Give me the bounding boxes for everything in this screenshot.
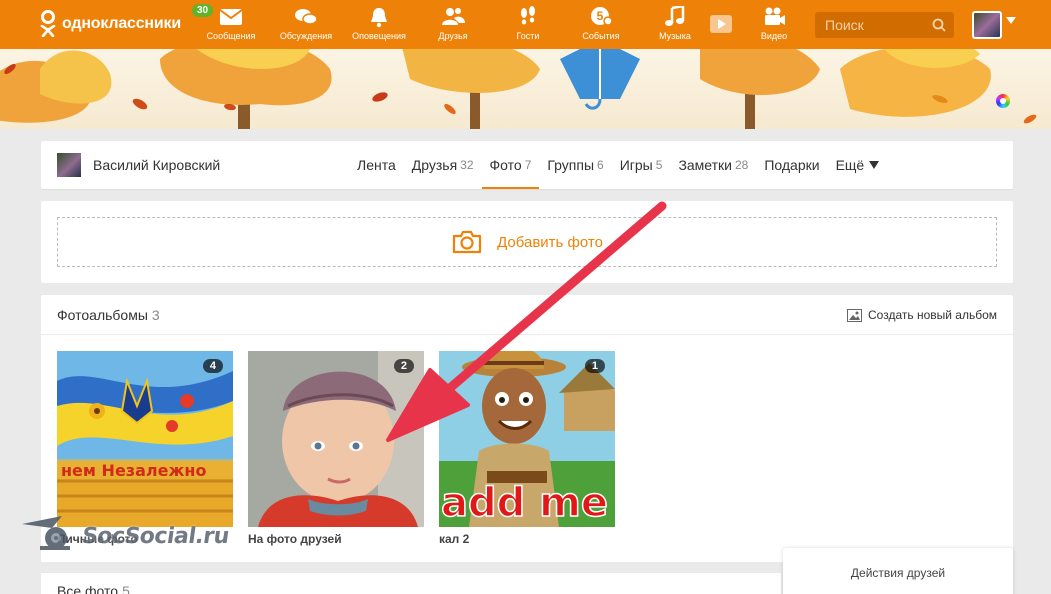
envelope-icon — [219, 9, 243, 25]
watermark-text: SocSocial.ru — [80, 523, 231, 549]
user-avatar[interactable] — [972, 11, 1002, 39]
watermark-logo-icon — [22, 516, 70, 550]
nav-label: Друзья — [438, 31, 468, 41]
nav-video[interactable]: Видео — [742, 6, 806, 41]
video-play-icon[interactable] — [709, 14, 733, 37]
album-photo-count: 4 — [202, 359, 223, 373]
create-album-button[interactable]: Создать новый альбом — [847, 308, 997, 322]
site-watermark: SocSocial.ru — [22, 516, 231, 556]
cover-color-picker-icon[interactable] — [996, 94, 1010, 108]
chat-bubbles-icon — [295, 9, 318, 25]
tab-gifts[interactable]: Подарки — [756, 141, 827, 189]
tab-groups[interactable]: Группы 6 — [539, 141, 611, 189]
svg-text:5: 5 — [597, 9, 604, 23]
nav-label: Обсуждения — [279, 31, 333, 41]
brand-name: одноклассники — [62, 15, 181, 32]
nav-music[interactable]: Музыка — [643, 6, 707, 41]
profile-avatar[interactable] — [57, 153, 81, 177]
album-thumbnail: нем Незалежно 4 — [57, 351, 233, 527]
svg-text:нем Незалежно: нем Незалежно — [61, 461, 206, 480]
all-photos-card: Все фото 5 — [41, 573, 781, 594]
profile-tabs: Лента Друзья 32 Фото 7 Группы 6 Игры 5 Замет… — [349, 141, 887, 189]
events-icon: 5 — [591, 7, 613, 26]
tab-photos[interactable]: Фото 7 — [481, 141, 540, 189]
nav-guests[interactable]: Гости — [496, 6, 560, 41]
friends-icon — [442, 8, 465, 25]
image-icon — [847, 308, 862, 322]
music-note-icon — [665, 6, 685, 26]
bell-icon — [371, 8, 387, 28]
search-box — [815, 12, 954, 38]
profile-name[interactable]: Василий Кировский — [93, 157, 220, 173]
add-photo-card: Добавить фото — [41, 201, 1013, 283]
album-name: На фото друзей — [248, 532, 342, 546]
album-item[interactable]: add me 1 кал 2 — [439, 351, 615, 546]
album-thumbnail: 2 — [248, 351, 424, 527]
profile-cover-banner — [0, 49, 1051, 129]
friends-actions-panel[interactable]: Действия друзей — [783, 548, 1013, 594]
nav-label: Оповещения — [352, 31, 406, 41]
video-camera-icon — [765, 7, 785, 25]
ok-logo-icon — [38, 10, 58, 38]
album-photo-count: 1 — [584, 359, 605, 373]
nav-notifications[interactable]: Оповещения — [347, 6, 411, 41]
nav-discussions[interactable]: Обсуждения — [274, 6, 338, 41]
svg-text:add me: add me — [441, 480, 608, 526]
chevron-down-icon[interactable] — [1006, 17, 1016, 24]
search-icon[interactable] — [932, 18, 946, 32]
footprints-icon — [521, 6, 535, 25]
nav-label: Музыка — [659, 31, 691, 41]
nav-label: Видео — [760, 31, 788, 41]
nav-label: Гости — [516, 31, 540, 41]
tab-feed[interactable]: Лента — [349, 141, 404, 189]
album-thumbnail: add me 1 — [439, 351, 615, 527]
tab-notes[interactable]: Заметки 28 — [670, 141, 756, 189]
nav-friends[interactable]: Друзья — [421, 6, 485, 41]
add-photo-label: Добавить фото — [497, 233, 603, 251]
nav-label: Сообщения — [206, 31, 256, 41]
search-input[interactable] — [815, 12, 930, 38]
nav-label: События — [582, 31, 620, 41]
nav-messages[interactable]: Сообщения — [199, 6, 263, 41]
albums-header: Фотоальбомы 3 Создать новый альбом — [41, 295, 1013, 335]
profile-nav-card: Василий Кировский Лента Друзья 32 Фото 7 Г… — [41, 141, 1013, 189]
ok-logo[interactable]: одноклассники — [38, 10, 181, 38]
album-name: кал 2 — [439, 532, 470, 546]
chevron-down-icon — [869, 161, 880, 169]
album-item[interactable]: 2 На фото друзей — [248, 351, 424, 546]
camera-icon — [452, 230, 482, 254]
all-photos-title[interactable]: Все фото 5 — [57, 583, 130, 594]
tab-more[interactable]: Ещё — [828, 141, 888, 189]
tab-games[interactable]: Игры 5 — [612, 141, 671, 189]
top-bar: одноклассники 30 Сообщения Обсуждения Оп… — [0, 0, 1051, 49]
nav-events[interactable]: 5 События — [569, 6, 633, 41]
add-photo-button[interactable]: Добавить фото — [57, 217, 997, 267]
friends-actions-label: Действия друзей — [850, 566, 946, 580]
tab-friends[interactable]: Друзья 32 — [404, 141, 482, 189]
album-photo-count: 2 — [393, 359, 414, 373]
albums-title: Фотоальбомы 3 — [57, 307, 160, 323]
